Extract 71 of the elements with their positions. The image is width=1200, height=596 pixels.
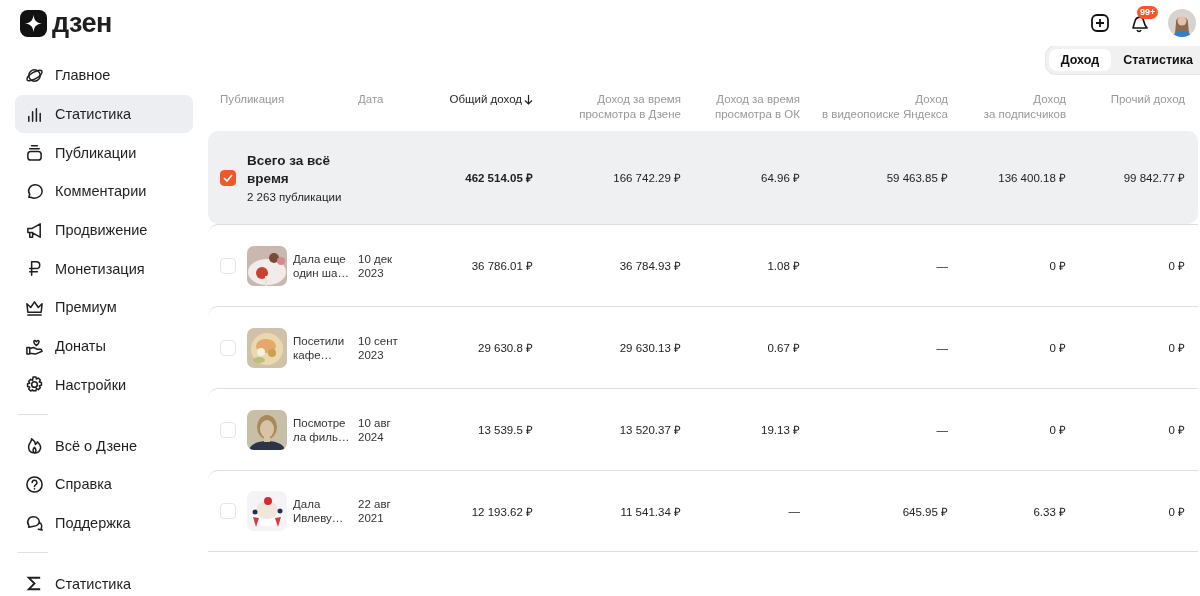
table-cell-text: 12 193.62 ₽ [470,504,533,519]
table-cell-text: 0.67 ₽ [766,341,800,355]
table-cell-text: 36 784.93 ₽ [618,259,681,273]
nav-item[interactable]: Комментарии [15,172,193,211]
table-cell-text: 1.08 ₽ [766,259,800,273]
publication-title[interactable]: Посмотре ла филь… [293,415,358,444]
table-cell-text: — [935,423,948,436]
table-cell-text: 22 авг 2021 [358,497,392,525]
speech-bubble-icon [25,181,44,201]
nav-item[interactable]: Донаты [15,326,193,366]
publication-title[interactable]: Посетили кафе… [293,333,358,362]
table-cell-text: 13 520.37 ₽ [618,423,681,437]
summary-title: Всего за всё время [247,152,331,188]
add-icon[interactable] [1090,13,1110,33]
table-cell-text: 136 400.18 ₽ [997,171,1066,185]
table-cell-text: — [935,341,948,354]
table-cell-text: 0 ₽ [1167,259,1185,273]
megaphone-icon [25,220,44,240]
publication-title[interactable]: Дала Ивлеву… [293,497,358,525]
table-cell-text: 10 сент 2023 [358,333,399,362]
nav-item[interactable]: Статистика [15,564,193,596]
nav-item[interactable]: Поддержка [15,503,193,543]
avatar[interactable] [1168,9,1196,37]
nav-item[interactable]: Главное [15,56,193,95]
table-cell-text: 6.33 ₽ [1032,504,1066,519]
table-cell-text: 645.95 ₽ [901,504,948,519]
nav-item[interactable]: Монетизация [15,249,193,289]
nav-item[interactable]: Справка [15,464,193,504]
nav-item[interactable]: Статистика [15,94,193,134]
stack-icon [25,143,44,163]
table-cell-text: — [935,259,948,272]
table-cell-text: 10 дек 2023 [358,251,394,280]
table-cell-text: 13 539.5 ₽ [477,423,533,437]
tab[interactable]: Статистика [1111,49,1200,71]
table-cell-text: 11 541.34 ₽ [619,504,681,519]
table-cell-text: 0 ₽ [1048,423,1066,437]
checkbox[interactable] [220,169,236,186]
settings-icon [25,375,44,395]
table-cell-text: 59 463.85 ₽ [885,171,948,185]
table-cell-text: 36 786.01 ₽ [470,259,533,273]
table-cell-text: 0 ₽ [1167,504,1185,519]
check-icon [223,173,233,182]
nav-item[interactable]: Продвижение [15,210,193,250]
logo-icon [20,9,47,37]
column-header[interactable]: Общий доход [408,92,533,107]
table-cell-text: — [787,505,800,517]
notification-badge: 99+ [1137,6,1159,19]
table-cell-text: 462 514.05 ₽ [464,171,533,185]
table-cell-text: 0 ₽ [1048,259,1066,273]
table-cell-text: 29 630.8 ₽ [477,341,533,355]
nav-item[interactable]: Премиум [15,288,193,327]
tab[interactable]: Доход [1048,49,1112,71]
table-cell-text: 0 ₽ [1167,341,1185,355]
publication-title[interactable]: Дала еще один ша… [293,251,358,280]
flame-icon [25,436,44,456]
logo-text[interactable]: дзен [52,9,112,37]
table-cell-text: 10 авг 2024 [358,415,392,444]
table-cell-text: 0 ₽ [1167,423,1185,437]
sort-arrow-icon [524,94,533,105]
table-cell-text: 19.13 ₽ [760,423,800,437]
chat-bubbles-icon [25,513,44,533]
table-cell-text: 29 630.13 ₽ [618,341,681,355]
publication-count: 2 263 публикации [247,191,343,203]
nav-item[interactable]: Публикации [15,133,193,173]
help-icon [25,474,44,494]
nav-item[interactable]: Настройки [15,365,193,405]
table-cell-text: 0 ₽ [1048,341,1066,355]
table-cell-text: 166 742.29 ₽ [612,171,681,185]
nav-item[interactable]: Всё о Дзене [15,426,193,465]
table-cell-text: 99 842.77 ₽ [1122,171,1185,185]
table-cell-text: 64.96 ₽ [760,171,800,185]
